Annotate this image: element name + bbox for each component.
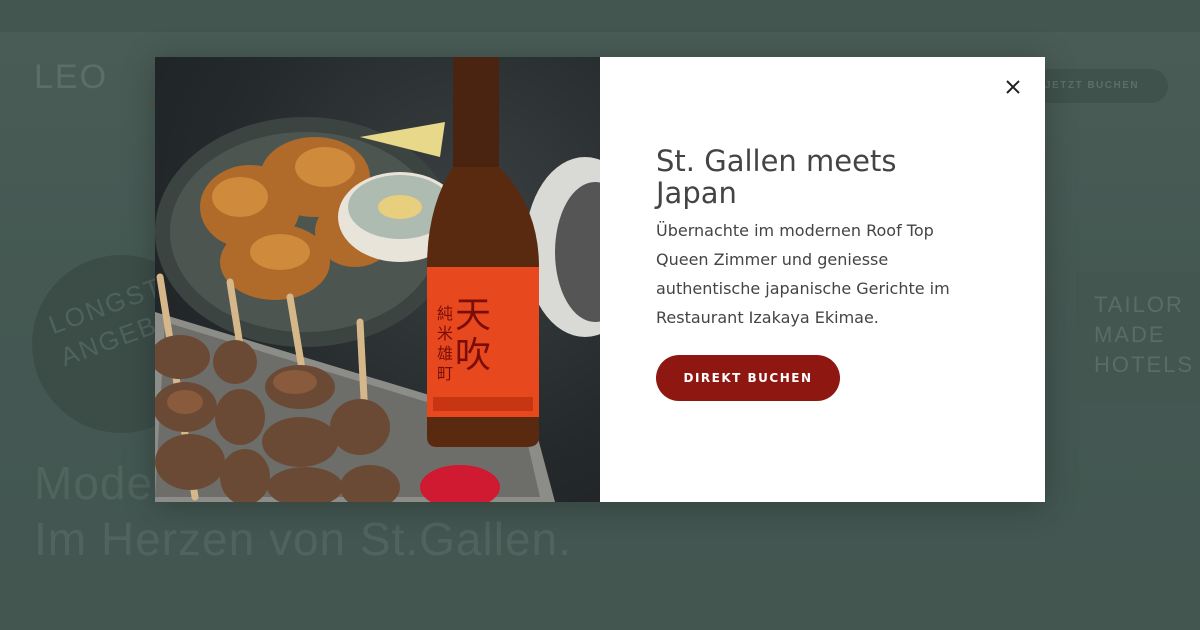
promo-title: St. Gallen meets Japan bbox=[656, 144, 897, 210]
close-icon-graphic bbox=[1006, 80, 1020, 94]
promo-description: Übernachte im modernen Roof Top Queen Zi… bbox=[656, 221, 950, 327]
close-icon[interactable] bbox=[1001, 75, 1025, 99]
svg-text:町: 町 bbox=[437, 364, 453, 383]
svg-text:天: 天 bbox=[455, 295, 491, 336]
svg-text:雄: 雄 bbox=[437, 344, 453, 363]
book-now-button[interactable]: DIREKT BUCHEN bbox=[656, 355, 840, 401]
svg-text:純: 純 bbox=[437, 304, 453, 323]
svg-text:吹: 吹 bbox=[455, 335, 491, 376]
food-illustration: 天 吹 純 米 雄 町 bbox=[155, 57, 600, 502]
promo-image: 天 吹 純 米 雄 町 bbox=[155, 57, 600, 502]
svg-text:米: 米 bbox=[437, 324, 453, 343]
